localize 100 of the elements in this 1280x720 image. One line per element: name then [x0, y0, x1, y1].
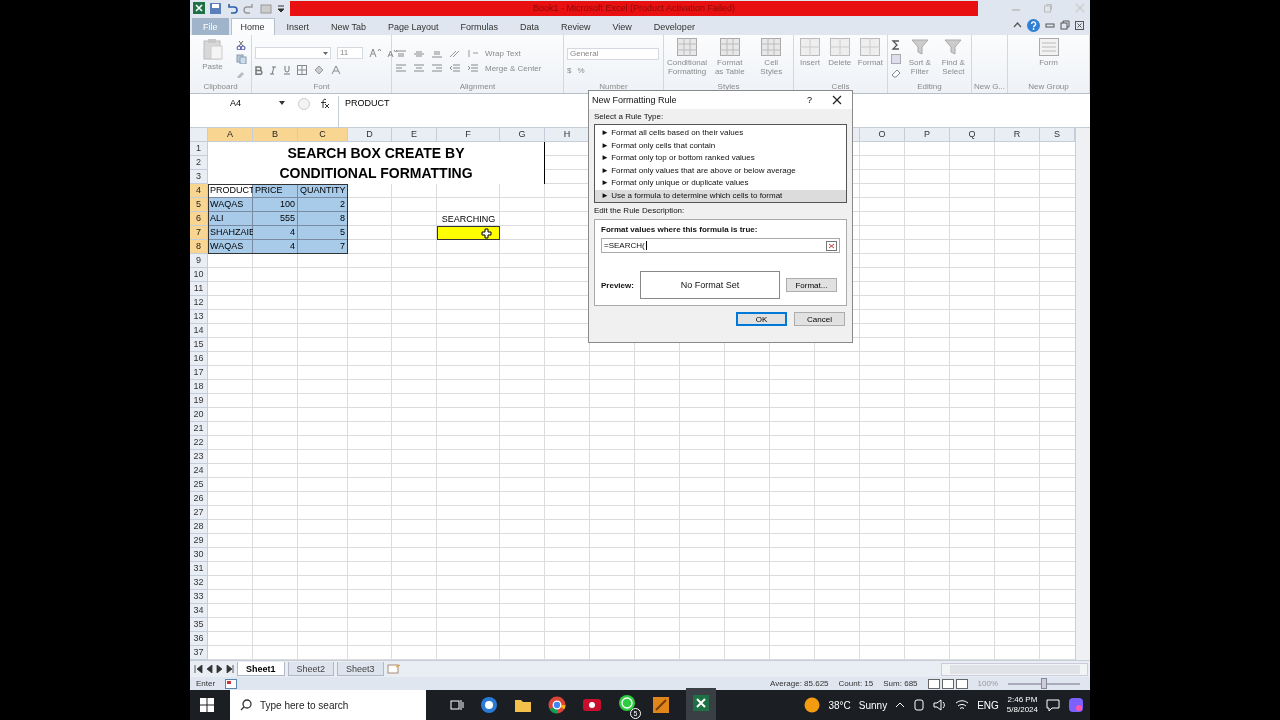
ribbon-tab[interactable]: Developer [643, 17, 705, 35]
row-header[interactable]: 33 [190, 590, 208, 605]
row-header[interactable]: 24 [190, 464, 208, 479]
sheet-tab[interactable]: Sheet3 [337, 662, 384, 677]
row-header[interactable]: 7 [190, 226, 208, 241]
language-indicator[interactable]: ENG [977, 699, 999, 711]
ribbon-tab[interactable]: Review [551, 17, 601, 35]
row-header[interactable]: 18 [190, 380, 208, 395]
row-header[interactable]: 5 [190, 198, 208, 213]
excel-icon[interactable] [692, 694, 710, 712]
insert-sheet-icon[interactable] [386, 664, 401, 675]
view-buttons-icon[interactable] [927, 678, 968, 689]
clock[interactable]: 2:46 PM 5/8/2024 [1006, 695, 1038, 715]
column-header[interactable]: Q [950, 128, 995, 143]
rule-type-item[interactable]: ► Use a formula to determine which cells to format [595, 189, 846, 202]
formula-input[interactable]: =SEARCH( [601, 238, 840, 253]
row-header[interactable]: 29 [190, 534, 208, 549]
chevron-up-icon[interactable] [895, 701, 906, 709]
customize-toolbar-icon[interactable] [277, 2, 285, 14]
row-header[interactable]: 37 [190, 646, 208, 661]
column-header[interactable]: D [348, 128, 392, 143]
sheet-tab[interactable]: Sheet1 [237, 662, 285, 677]
app-icon[interactable] [480, 696, 498, 714]
column-header[interactable]: B [253, 128, 298, 143]
row-header[interactable]: 28 [190, 520, 208, 535]
taskbar-search-field[interactable]: Type here to search [230, 690, 426, 720]
rule-type-item[interactable]: ► Format only cells that contain [595, 139, 846, 152]
cancel-button[interactable]: Cancel [794, 312, 845, 326]
help-button[interactable]: ? [801, 95, 818, 105]
row-header[interactable]: 27 [190, 506, 208, 521]
app-icon[interactable] [652, 696, 670, 714]
redo-icon[interactable] [243, 2, 255, 14]
column-header[interactable]: G [500, 128, 545, 143]
ribbon-tab[interactable]: Home [230, 17, 275, 35]
ribbon-tab[interactable]: Insert [276, 17, 320, 35]
name-box[interactable]: A4 [190, 96, 290, 111]
restore-icon[interactable] [1060, 20, 1070, 31]
row-header[interactable]: 9 [190, 254, 208, 269]
sheet-tab[interactable]: Sheet2 [287, 662, 335, 677]
close-icon[interactable] [1075, 20, 1084, 30]
column-header[interactable]: E [392, 128, 437, 143]
row-header[interactable]: 34 [190, 604, 208, 619]
row-header[interactable]: 17 [190, 366, 208, 381]
row-header[interactable]: 21 [190, 422, 208, 437]
row-header[interactable]: 1 [190, 142, 208, 157]
row-header[interactable]: 25 [190, 478, 208, 493]
macro-record-icon[interactable] [225, 678, 238, 689]
horizontal-scrollbar[interactable] [941, 662, 1088, 676]
row-header[interactable]: 35 [190, 618, 208, 633]
row-header[interactable]: 3 [190, 170, 208, 185]
column-header[interactable]: A [208, 128, 253, 143]
row-header[interactable]: 14 [190, 324, 208, 339]
row-header[interactable]: 8 [190, 240, 208, 255]
row-header[interactable]: 16 [190, 352, 208, 367]
ribbon-tab[interactable]: Page Layout [377, 17, 449, 35]
zoom-thumb[interactable] [1041, 678, 1047, 690]
collapse-ribbon-icon[interactable] [1013, 21, 1022, 30]
row-header[interactable]: 26 [190, 492, 208, 507]
recorder-icon[interactable] [582, 697, 602, 713]
format-button[interactable]: Format... [785, 278, 837, 292]
row-header[interactable]: 2 [190, 156, 208, 171]
ok-button[interactable]: OK [736, 312, 787, 326]
rule-type-item[interactable]: ► Format all cells based on their values [595, 127, 846, 140]
column-header[interactable]: R [995, 128, 1040, 143]
close-icon[interactable] [832, 95, 842, 105]
undo-icon[interactable] [226, 2, 238, 14]
row-header[interactable]: 31 [190, 562, 208, 577]
column-header[interactable]: H [545, 128, 590, 143]
print-preview-icon[interactable] [260, 2, 272, 14]
row-header[interactable]: 30 [190, 548, 208, 563]
range-picker-icon[interactable] [826, 240, 837, 251]
rule-type-item[interactable]: ► Format only unique or duplicate values [595, 177, 846, 190]
row-header[interactable]: 22 [190, 436, 208, 451]
ribbon-tab[interactable]: View [602, 17, 642, 35]
task-view-icon[interactable] [450, 698, 464, 712]
row-header[interactable]: 4 [190, 184, 208, 199]
whatsapp-icon[interactable] [618, 694, 636, 712]
column-header[interactable]: S [1040, 128, 1075, 143]
search-box[interactable] [437, 226, 500, 241]
row-header[interactable]: 32 [190, 576, 208, 591]
row-header[interactable]: 6 [190, 212, 208, 227]
windows-start-icon[interactable] [200, 698, 214, 712]
row-header[interactable]: 13 [190, 310, 208, 325]
row-header[interactable]: 23 [190, 450, 208, 465]
column-header[interactable]: F [437, 128, 500, 143]
sheet-navigation-icon[interactable] [194, 665, 234, 674]
function-icon[interactable] [318, 98, 330, 110]
ribbon-tab[interactable]: Data [509, 17, 549, 35]
ribbon-tab[interactable]: New Tab [321, 17, 376, 35]
ribbon-tab[interactable]: Formulas [450, 17, 508, 35]
rule-type-item[interactable]: ► Format only values that are above or below average [595, 164, 846, 177]
copilot-icon[interactable] [1068, 697, 1084, 713]
speaker-icon[interactable] [933, 699, 948, 711]
save-icon[interactable] [210, 2, 221, 14]
camera-icon[interactable] [913, 699, 926, 711]
column-header[interactable]: O [860, 128, 905, 143]
vertical-scrollbar[interactable] [1075, 128, 1090, 661]
column-header[interactable]: P [905, 128, 950, 143]
rule-type-item[interactable]: ► Format only top or bottom ranked values [595, 152, 846, 165]
row-header[interactable]: 11 [190, 282, 208, 297]
